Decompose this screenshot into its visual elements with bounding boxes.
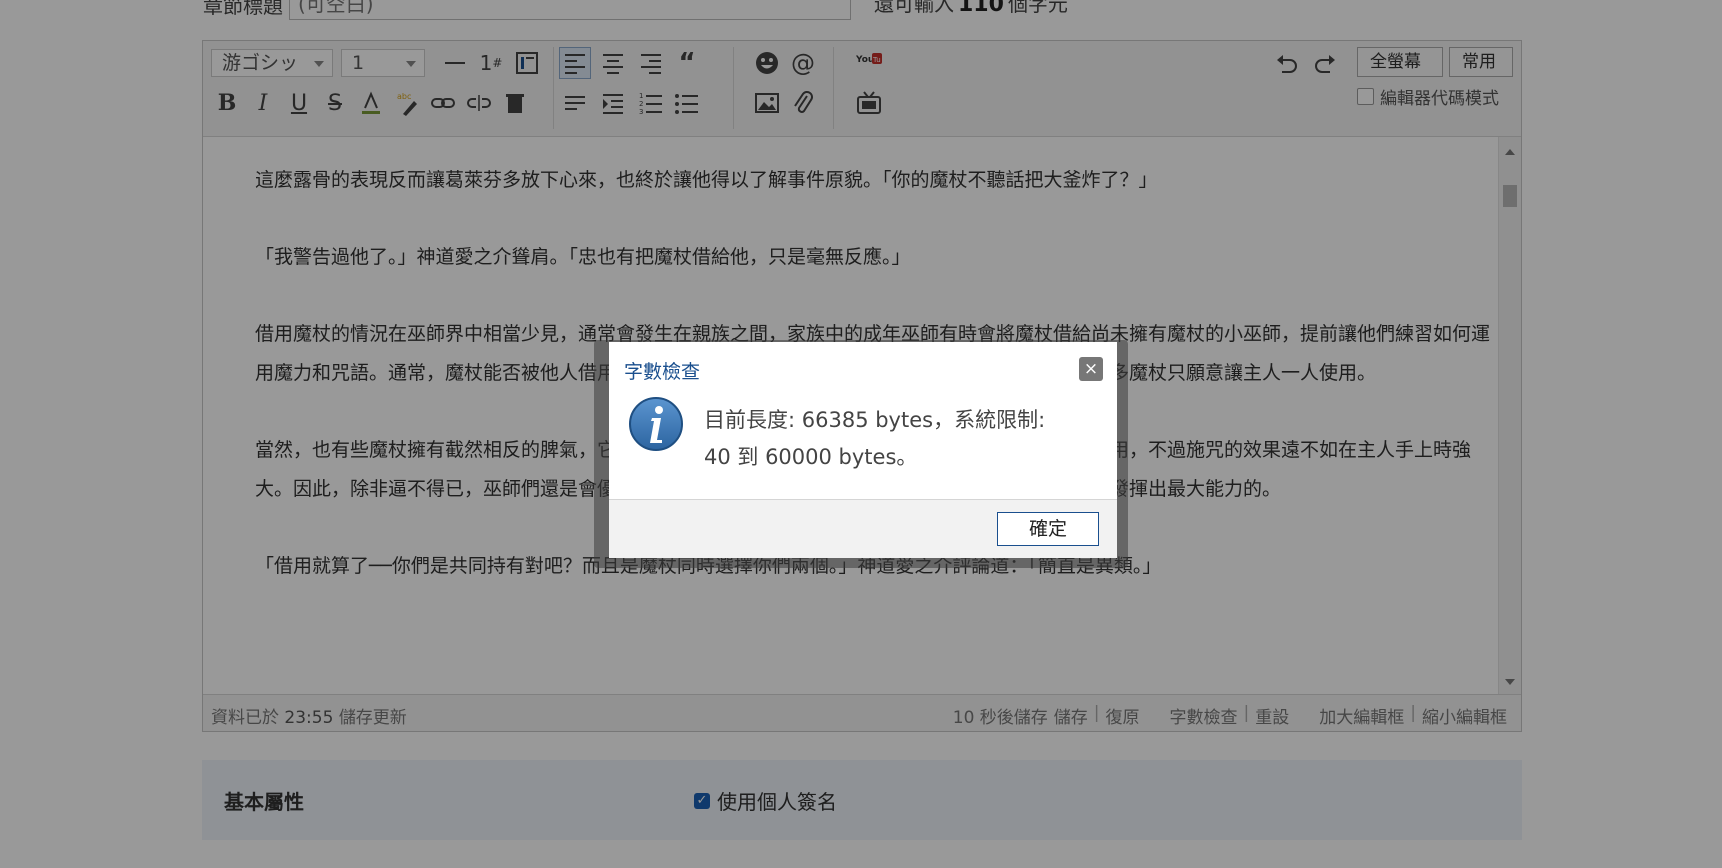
dialog-title: 字數檢查 <box>624 361 701 383</box>
dialog-message-line1: 目前長度: 66385 bytes，系統限制: <box>704 408 1046 432</box>
dialog-message-line2: 40 到 60000 bytes。 <box>704 445 918 469</box>
ok-button[interactable]: 確定 <box>997 512 1099 546</box>
close-icon[interactable]: × <box>1079 357 1103 381</box>
word-count-dialog: 字數檢查 × 目前長度: 66385 bytes，系統限制: 40 到 6000… <box>609 342 1117 558</box>
dialog-footer: 確定 <box>609 499 1117 558</box>
dialog-message: 目前長度: 66385 bytes，系統限制: 40 到 60000 bytes… <box>704 402 1104 476</box>
page: 章節標題 還可輸入110個字元 游ゴシッ 1 1# B I U S <box>0 0 1722 868</box>
info-icon <box>629 397 683 451</box>
